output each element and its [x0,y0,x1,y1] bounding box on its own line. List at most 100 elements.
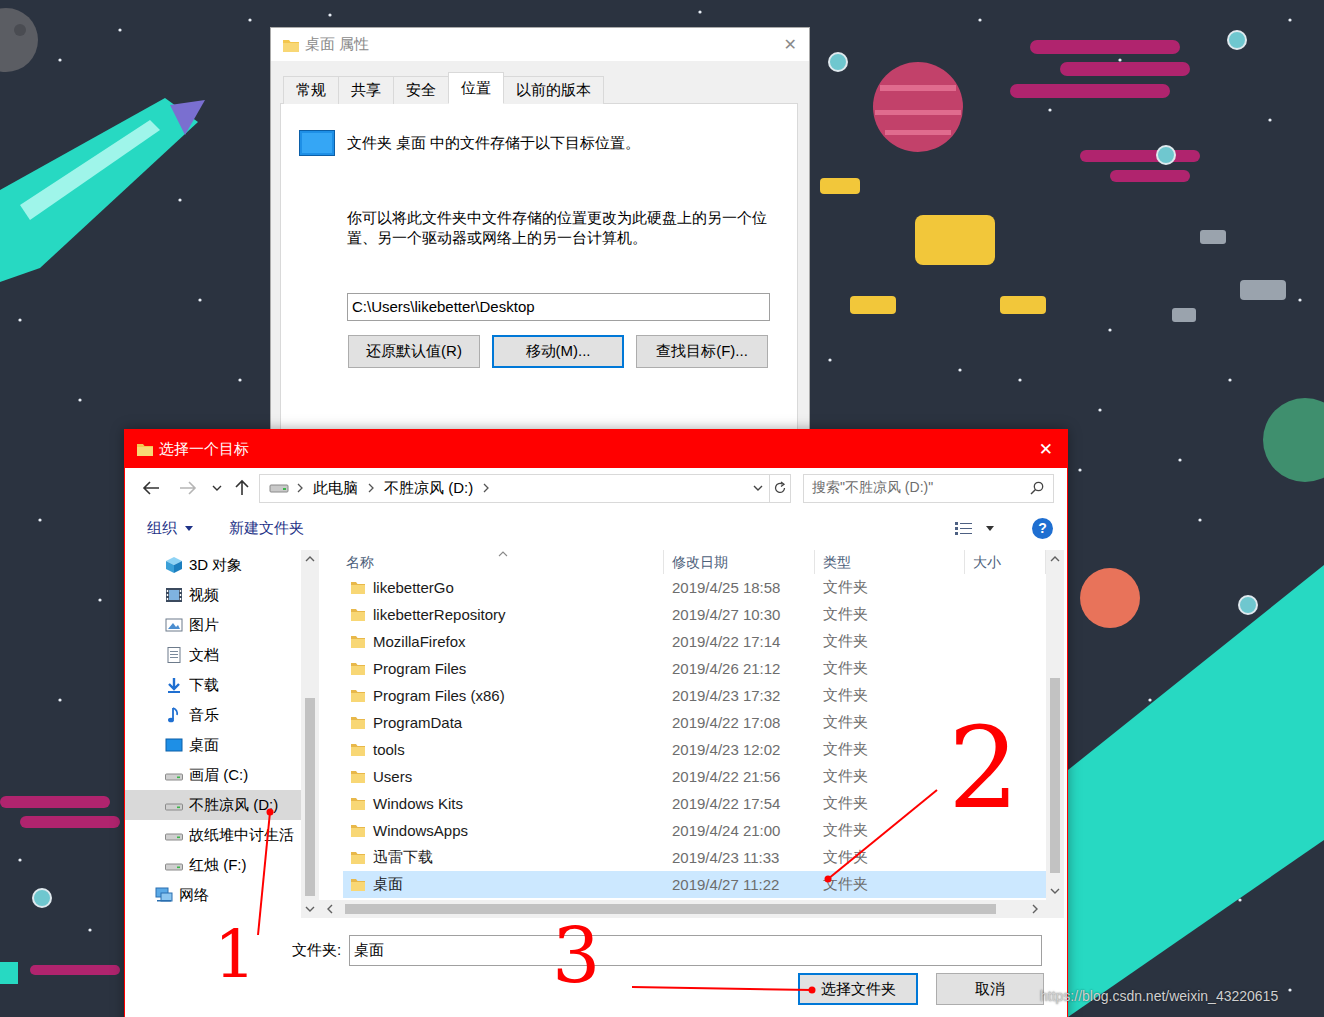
tab[interactable]: 共享 [338,76,394,104]
arrow-icon [632,987,816,994]
cube-icon [164,556,184,574]
column-header[interactable]: 修改日期 [664,550,815,574]
folder-icon [351,824,365,837]
table-row[interactable]: ProgramData 2019/4/22 17:08 文件夹 [343,709,1046,736]
sidebar-item[interactable]: 3D 对象 [125,550,301,580]
dropdown-icon[interactable] [751,482,765,494]
breadcrumb-item[interactable]: 此电脑 [311,479,360,498]
tab[interactable]: 位置 [448,72,504,104]
dialog-button[interactable]: 选择文件夹 [798,973,918,1005]
table-row[interactable]: Windows Kits 2019/4/22 17:54 文件夹 [343,790,1046,817]
sidebar-item[interactable]: 故纸堆中讨生活 [125,820,301,850]
sidebar-item[interactable]: 音乐 [125,700,301,730]
folder-icon [351,608,365,621]
table-row[interactable]: Users 2019/4/22 21:56 文件夹 [343,763,1046,790]
annotation-number: 1 [214,922,256,988]
recent-dropdown-icon[interactable] [210,478,224,498]
table-row[interactable]: Program Files (x86) 2019/4/23 17:32 文件夹 [343,682,1046,709]
star-icon [978,18,981,21]
sidebar-item[interactable]: 红烛 (F:) [125,850,301,880]
scroll-left-icon[interactable] [323,900,337,918]
music-icon [164,706,184,724]
search-field[interactable]: 搜索"不胜凉风 (D:)" [803,474,1054,503]
sidebar-item[interactable]: 图片 [125,610,301,640]
table-row[interactable]: MozillaFirefox 2019/4/22 17:14 文件夹 [343,628,1046,655]
scrollbar[interactable] [301,550,319,918]
table-row[interactable]: 迅雷下载 2019/4/23 11:33 文件夹 [343,844,1046,871]
forward-arrow-icon[interactable] [176,478,200,498]
refresh-button[interactable] [770,474,791,503]
column-header[interactable]: 名称 [343,550,664,574]
tab[interactable]: 常规 [283,76,339,104]
navigation-pane: 3D 对象 视频 图片 文档 下载 音乐 桌面 画眉 (C:) 不胜凉风 (D:… [125,550,319,918]
address-bar[interactable]: 此电脑 不胜凉风 (D:) [259,474,770,503]
drive-icon [164,856,184,874]
file-list: 名称 修改日期 类型 大小 likebetterGo 2019/4/25 18:… [319,550,1064,918]
sidebar-item[interactable]: 文档 [125,640,301,670]
up-arrow-icon[interactable] [232,478,252,498]
table-row[interactable]: 桌面 2019/4/27 11:22 文件夹 [343,871,1046,898]
sidebar-item[interactable]: 视频 [125,580,301,610]
folder-icon [351,662,365,675]
star-icon [1268,118,1271,121]
title-bar[interactable]: 选择一个目标 ✕ [125,430,1067,468]
action-button[interactable]: 查找目标(F)... [636,335,768,368]
star-icon [698,10,701,13]
view-options[interactable] [954,520,994,536]
sidebar-item[interactable]: 画眉 (C:) [125,760,301,790]
column-header[interactable]: 类型 [815,550,965,574]
sidebar-item[interactable]: 下载 [125,670,301,700]
table-row[interactable]: likebetterRepository 2019/4/27 10:30 文件夹 [343,601,1046,628]
scroll-up-icon[interactable] [1046,552,1064,566]
dialog-button[interactable]: 取消 [936,973,1044,1005]
toolbar: 组织 新建文件夹 ? [125,511,1067,545]
scroll-thumb[interactable] [305,698,315,896]
desktop: 桌面 属性 ✕ 常规共享安全位置以前的版本 文件夹 桌面 中的文件存储于以下目标… [0,0,1324,1017]
help-button[interactable]: ? [1032,518,1053,539]
chevron-icon[interactable] [366,482,376,494]
description: 你可以将此文件夹中文件存储的位置更改为此硬盘上的另一个位置、另一个驱动器或网络上… [347,208,777,248]
table-row[interactable]: likebetterGo 2019/4/25 18:58 文件夹 [343,574,1046,601]
sidebar-item[interactable]: 桌面 [125,730,301,760]
horizontal-scrollbar[interactable] [319,900,1046,918]
table-row[interactable]: tools 2019/4/23 12:02 文件夹 [343,736,1046,763]
tab[interactable]: 安全 [393,76,449,104]
action-button[interactable]: 移动(M)... [492,335,624,368]
tab[interactable]: 以前的版本 [503,76,604,104]
folder-field[interactable]: 桌面 [349,935,1042,966]
close-button[interactable]: ✕ [784,35,797,54]
network-icon [154,886,174,904]
scroll-right-icon[interactable] [1028,900,1042,918]
folder-icon [351,743,365,756]
drive-icon [164,766,184,784]
chevron-icon[interactable] [481,482,491,494]
star-icon [1048,108,1051,111]
column-header[interactable]: 大小 [965,550,1046,574]
search-placeholder: 搜索"不胜凉风 (D:)" [812,479,1029,497]
action-button[interactable]: 还原默认值(R) [348,335,480,368]
title-bar[interactable]: 桌面 属性 ✕ [271,28,809,61]
scrollbar[interactable] [1046,550,1064,900]
scroll-down-icon[interactable] [1046,884,1064,898]
star-icon [1098,408,1101,411]
star-icon [248,18,251,21]
table-header: 名称 修改日期 类型 大小 [343,550,1046,574]
close-button[interactable]: ✕ [1039,439,1053,460]
scroll-thumb[interactable] [345,904,996,914]
table-row[interactable]: WindowsApps 2019/4/24 21:00 文件夹 [343,817,1046,844]
download-icon [164,676,184,694]
desktop-icon [299,130,335,156]
path-field[interactable]: C:\Users\likebetter\Desktop [347,293,770,321]
back-arrow-icon[interactable] [139,478,163,498]
scroll-up-icon[interactable] [301,552,319,566]
table-row[interactable]: Program Files 2019/4/26 21:12 文件夹 [343,655,1046,682]
sidebar-item[interactable]: 不胜凉风 (D:) [125,790,301,820]
organize-menu[interactable]: 组织 [147,519,193,538]
scroll-thumb[interactable] [1050,678,1060,873]
breadcrumb-item[interactable]: 不胜凉风 (D:) [382,479,475,498]
new-folder-button[interactable]: 新建文件夹 [229,519,304,538]
desktop-icon [164,736,184,754]
scroll-down-icon[interactable] [301,902,319,916]
sidebar-item[interactable]: 网络 [125,880,301,910]
star-icon [38,518,41,521]
